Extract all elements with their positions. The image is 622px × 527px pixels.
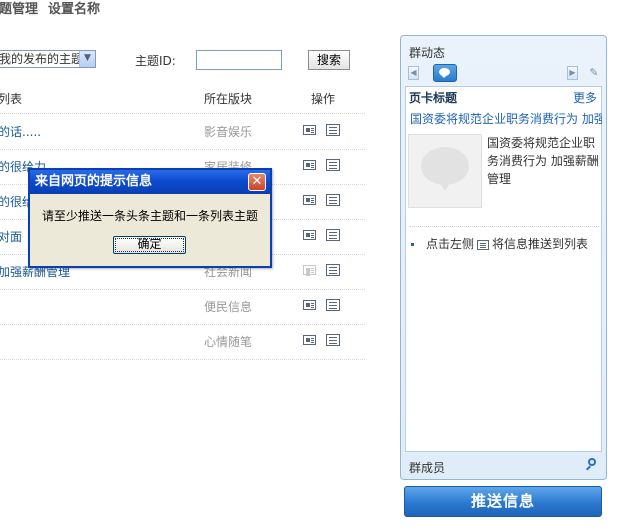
row-title-link[interactable]: 的话..... xyxy=(0,123,41,140)
column-header-board: 所在版块 xyxy=(204,92,253,106)
push-list-icon[interactable] xyxy=(326,229,340,241)
push-list-icon[interactable] xyxy=(326,159,340,171)
column-header-actions: 操作 xyxy=(311,92,336,106)
topic-filter-value: 我的发布的主题 xyxy=(0,52,84,66)
table-row: 便民信息 xyxy=(0,289,365,324)
search-icon[interactable] xyxy=(585,457,599,471)
push-list-icon[interactable] xyxy=(326,334,340,346)
column-header-list: 列表 xyxy=(0,92,23,106)
chevron-down-icon[interactable]: ▼ xyxy=(79,51,95,67)
group-activity-panel: 群动态 ◀ ▶ ✎ 页卡标题 更多 国资委将规范企业职务消费行为 加强薪酬管理 … xyxy=(400,35,607,480)
dialog-title: 来自网页的提示信息 xyxy=(30,170,270,194)
headline-link[interactable]: 国资委将规范企业职务消费行为 加强薪酬管理 xyxy=(410,110,602,127)
ok-button[interactable]: 确定 xyxy=(113,236,186,254)
table-row: 心情随笔 xyxy=(0,324,365,359)
more-link[interactable]: 更多 xyxy=(573,89,597,106)
dialog-message: 请至少推送一条头条主题和一条列表主题 xyxy=(41,209,258,223)
push-headline-icon[interactable] xyxy=(303,230,316,240)
close-icon[interactable]: ✕ xyxy=(248,173,266,191)
next-arrow-icon[interactable]: ▶ xyxy=(567,66,578,80)
table-row: 的话..... 影音娱乐 xyxy=(0,114,365,149)
list-icon xyxy=(477,239,490,250)
group-members-label: 群成员 xyxy=(409,461,446,475)
push-headline-icon[interactable] xyxy=(303,335,316,345)
speech-bubble-icon xyxy=(421,147,469,191)
row-board: 心情随笔 xyxy=(204,335,253,349)
thumbnail-text: 国资委将规范企业职务消费行为 加强薪酬管理 xyxy=(487,136,599,186)
search-button[interactable]: 搜索 xyxy=(308,50,350,70)
topic-id-input[interactable] xyxy=(196,50,282,70)
push-list-icon[interactable] xyxy=(326,194,340,206)
bullet-icon xyxy=(411,243,414,246)
topic-filter-select[interactable]: 我的发布的主题 ▼ xyxy=(0,50,96,68)
row-board: 影音娱乐 xyxy=(204,125,253,139)
push-list-icon[interactable] xyxy=(326,264,340,276)
tab-topic-manage[interactable]: 主题管理 xyxy=(0,0,38,17)
thumbnail-image xyxy=(408,134,482,208)
push-headline-icon[interactable] xyxy=(303,300,316,310)
divider xyxy=(0,359,365,360)
push-info-button[interactable]: 推送信息 xyxy=(404,486,602,517)
tab-set-name[interactable]: 设置名称 xyxy=(48,0,100,17)
prev-arrow-icon[interactable]: ◀ xyxy=(408,66,419,80)
push-headline-icon[interactable] xyxy=(303,265,316,275)
speech-bubble-icon[interactable] xyxy=(433,64,457,82)
hint-prefix: 点击左侧 xyxy=(426,237,475,251)
push-hint: 点击左侧 将信息推送到列表 xyxy=(411,235,588,252)
hint-suffix: 将信息推送到列表 xyxy=(492,237,589,251)
push-list-icon[interactable] xyxy=(326,299,340,311)
divider xyxy=(409,226,599,227)
push-headline-icon[interactable] xyxy=(303,195,316,205)
push-list-icon[interactable] xyxy=(326,124,340,136)
alert-dialog: 来自网页的提示信息 ✕ 请至少推送一条头条主题和一条列表主题 确定 xyxy=(28,168,272,268)
card-title: 页卡标题 xyxy=(409,91,458,105)
push-headline-icon[interactable] xyxy=(303,160,316,170)
panel-title: 群动态 xyxy=(409,46,446,60)
topic-id-label: 主题ID: xyxy=(135,54,176,68)
row-board: 便民信息 xyxy=(204,300,253,314)
row-title-link[interactable]: 对面 xyxy=(0,228,22,245)
push-headline-icon[interactable] xyxy=(303,125,316,135)
wrench-icon[interactable]: ✎ xyxy=(588,66,600,80)
